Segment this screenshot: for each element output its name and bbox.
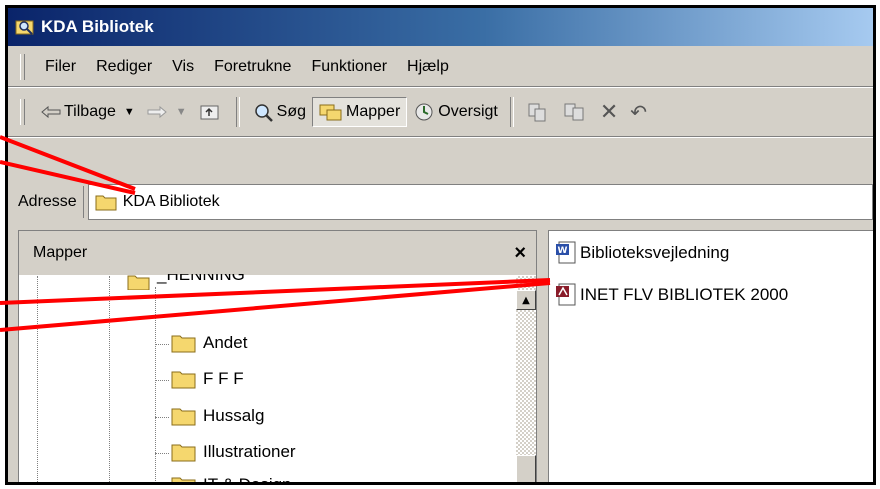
tree-item-label: Hussalg (203, 406, 265, 425)
copy-to-icon (564, 103, 584, 121)
forward-arrow-icon (147, 105, 167, 119)
folders-icon (319, 104, 342, 121)
scroll-up-icon[interactable]: ▲ (516, 290, 536, 310)
file-item-inet-flv-bibliotek[interactable]: INET FLV BIBLIOTEK 2000 (555, 283, 788, 307)
folders-scrollbar[interactable]: ▲ (516, 276, 536, 482)
menu-rediger[interactable]: Rediger (86, 54, 162, 80)
move-to-icon (528, 103, 546, 122)
back-arrow-icon (41, 105, 61, 119)
menu-vis[interactable]: Vis (162, 54, 204, 80)
search-icon (254, 104, 273, 122)
address-bar: Adresse KDA Bibliotek (8, 180, 873, 224)
chevron-down-icon[interactable]: ▼ (176, 106, 187, 118)
toolbar-separator (509, 97, 514, 127)
search-label: Søg (276, 103, 307, 120)
undo-icon: ↶ (630, 101, 648, 124)
tree-item-label: IT & Design (203, 475, 292, 485)
tree-line (155, 380, 169, 381)
tree-line (155, 287, 156, 482)
folders-pane-title: Mapper (33, 244, 88, 261)
tree-item-label: _HENNING (157, 274, 245, 284)
menu-bar: Filer Rediger Vis Foretrukne Funktioner … (8, 48, 873, 87)
folder-icon (127, 275, 150, 290)
tree-item-andet[interactable]: Andet (171, 333, 247, 353)
file-item-biblioteksvejledning[interactable]: W Biblioteksvejledning (555, 241, 729, 265)
tree-item-henning[interactable]: _HENNING (127, 274, 245, 290)
menu-foretrukne[interactable]: Foretrukne (204, 54, 301, 80)
toolbar: Tilbage ▼ ▼ Søg Mapper Oversigt ✕ ↶ (8, 88, 873, 137)
file-list-pane: W Biblioteksvejledning INET FLV BIBLIOTE… (548, 230, 873, 482)
folder-icon (95, 195, 117, 211)
menu-grip[interactable] (20, 54, 25, 80)
folder-icon (171, 371, 196, 389)
tree-item-fff[interactable]: F F F (171, 369, 244, 389)
tree-item-label: Andet (203, 333, 248, 352)
folder-icon (171, 444, 196, 462)
back-label: Tilbage (64, 103, 116, 120)
back-button[interactable]: Tilbage ▼ (35, 97, 141, 127)
forward-button[interactable]: ▼ (141, 97, 193, 127)
search-button[interactable]: Søg (246, 97, 312, 127)
history-icon (415, 103, 433, 121)
chevron-down-icon[interactable]: ▼ (124, 106, 135, 118)
folder-icon (171, 335, 196, 353)
tree-line (155, 453, 169, 454)
overview-button[interactable]: Oversigt (407, 97, 504, 127)
access-database-icon (556, 283, 576, 306)
up-folder-icon (200, 105, 219, 120)
undo-button[interactable]: ↶ (624, 97, 653, 127)
file-name: INET FLV BIBLIOTEK 2000 (580, 285, 789, 304)
move-to-button[interactable] (520, 97, 557, 127)
tree-line (37, 276, 38, 482)
tree-item-label: F F F (203, 369, 244, 388)
tree-item-hussalg[interactable]: Hussalg (171, 406, 264, 426)
tree-item-it-design[interactable]: IT & Design (171, 475, 292, 485)
tree-line (109, 276, 110, 482)
scroll-thumb[interactable] (516, 455, 536, 482)
tree-line (155, 344, 169, 345)
folders-pane-header: Mapper × (19, 231, 536, 276)
tree-item-label: Illustrationer (203, 442, 296, 461)
folders-pane: Mapper × _HENNING Andet F F F Hussalg Il… (18, 230, 537, 485)
file-name: Biblioteksvejledning (580, 243, 730, 262)
copy-to-button[interactable] (557, 97, 594, 127)
title-bar[interactable]: KDA Bibliotek (8, 8, 873, 46)
explorer-window: KDA Bibliotek Filer Rediger Vis Foretruk… (5, 5, 876, 485)
toolbar-grip[interactable] (20, 99, 25, 125)
address-input[interactable]: KDA Bibliotek (87, 184, 873, 220)
delete-button[interactable]: ✕ (594, 97, 624, 127)
overview-label: Oversigt (438, 103, 498, 120)
delete-icon: ✕ (599, 99, 619, 124)
address-value: KDA Bibliotek (122, 193, 220, 210)
up-folder-button[interactable] (193, 97, 230, 127)
tree-line (155, 417, 169, 418)
address-label: Adresse (18, 186, 84, 218)
folder-icon (171, 477, 196, 482)
word-document-icon: W (556, 241, 576, 264)
folders-button[interactable]: Mapper (312, 97, 408, 127)
svg-text:W: W (558, 246, 568, 256)
search-folder-icon (15, 20, 34, 35)
toolbar-separator (235, 97, 240, 127)
folder-icon (171, 408, 196, 426)
tree-item-illustrationer[interactable]: Illustrationer (171, 442, 296, 462)
menu-hjaelp[interactable]: Hjælp (397, 54, 459, 80)
menu-filer[interactable]: Filer (35, 54, 86, 80)
close-icon[interactable]: × (514, 242, 526, 265)
window-title: KDA Bibliotek (41, 17, 154, 36)
menu-funktioner[interactable]: Funktioner (301, 54, 397, 80)
folders-label: Mapper (346, 103, 401, 120)
